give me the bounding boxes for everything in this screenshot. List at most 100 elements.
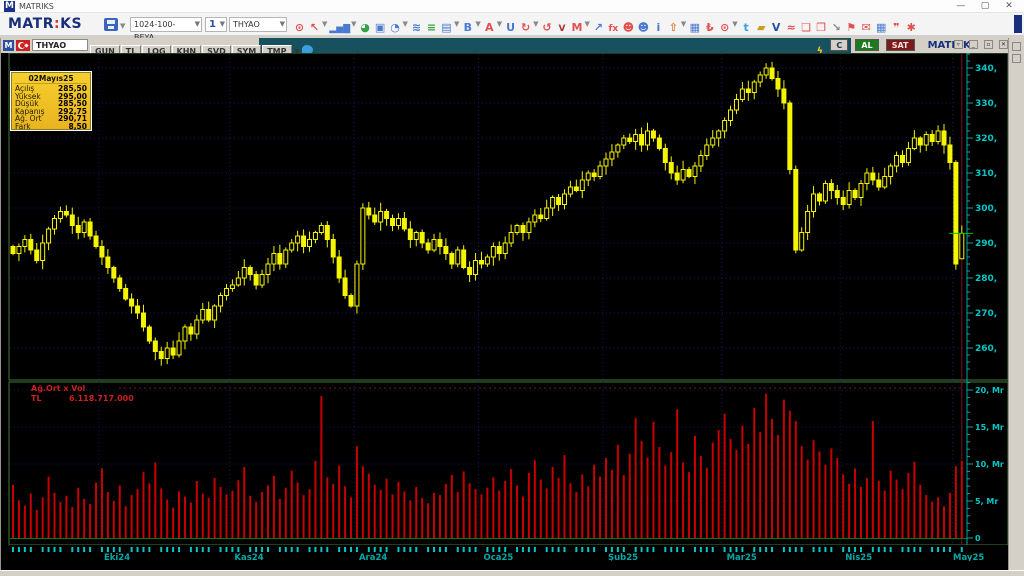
svg-text:340,: 340, — [975, 64, 997, 74]
v-icon[interactable]: V — [770, 20, 783, 36]
turkish-flag-icon — [16, 40, 30, 51]
depth-list-icon[interactable]: ≡ — [425, 20, 438, 36]
notes-icon[interactable]: ▰ — [755, 20, 768, 36]
card-icon-caret[interactable]: ▼ — [454, 16, 459, 32]
pointer-icon-caret[interactable]: ▼ — [322, 16, 327, 32]
svg-text:Oca25: Oca25 — [483, 553, 513, 561]
chart-line-icon[interactable]: ≈ — [785, 20, 798, 36]
chart-canvas[interactable]: 340, 330, 320, 310, 300, 290, 280, 270, 260, 20, … — [1, 52, 1009, 576]
window-titlebar: M MATRIKS — ▢ ✕ — [0, 0, 1024, 13]
svg-text:330,: 330, — [975, 99, 997, 109]
chart-window-header: M THYAO GUN TL LOG KHN SVD SYM TMP ▼ ϟ C AL SAT… — [1, 38, 1008, 57]
chart-menu-button[interactable]: ▿ — [953, 40, 963, 49]
svg-text:Kas24: Kas24 — [234, 553, 263, 561]
handshake-icon[interactable]: ≋ — [410, 20, 423, 36]
svg-text:280,: 280, — [975, 274, 997, 284]
svg-text:10, Mr: 10, Mr — [975, 460, 1004, 469]
search-icon-caret[interactable]: ▼ — [732, 16, 737, 32]
info-row-fark: Fark 8,50 — [15, 121, 87, 131]
matriks-app: M MATRIKS — ▢ ✕ MATR:KS ▼ 1024-100-BEYA▼… — [0, 0, 1024, 576]
toolbar-overflow-widget[interactable] — [1014, 15, 1022, 33]
mail-icon[interactable]: ✉ — [860, 20, 873, 36]
arrow-corner-icon[interactable]: ↘ — [830, 20, 843, 36]
chart-m-icon: M — [3, 40, 14, 51]
chart-header-fill — [259, 38, 851, 53]
analysis-icon[interactable]: A — [483, 20, 496, 36]
zoom-icon[interactable]: ⊙ — [293, 20, 306, 36]
users-icon[interactable]: ☻ — [637, 20, 650, 36]
svg-text:270,: 270, — [975, 309, 997, 319]
clock-icon[interactable]: ◔ — [389, 20, 402, 36]
bar-chart-icon-caret[interactable]: ▼ — [351, 16, 356, 32]
close-button[interactable]: ✕ — [998, 0, 1020, 13]
layout-icon[interactable]: ❏ — [800, 20, 813, 36]
sync-icon[interactable]: ↺ — [541, 20, 554, 36]
right-border-panel — [1008, 38, 1024, 576]
refresh-icon-caret[interactable]: ▼ — [533, 16, 538, 32]
chart-restore-button[interactable]: ▫ — [983, 40, 993, 49]
price-volume-chart[interactable]: 340, 330, 320, 310, 300, 290, 280, 270, 260, 20, … — [1, 52, 1009, 563]
save-workspace-icon[interactable] — [104, 18, 118, 31]
refresh-icon[interactable]: ↻ — [519, 20, 532, 36]
lira-icon[interactable]: ₺ — [703, 20, 716, 36]
svg-text:300,: 300, — [975, 204, 997, 214]
svg-text:320,: 320, — [975, 134, 997, 144]
window-small-icon[interactable]: ❐ — [815, 20, 828, 36]
svg-text:Ara24: Ara24 — [359, 553, 387, 561]
sell-button[interactable]: SAT — [885, 39, 915, 51]
card-icon[interactable]: ▤ — [440, 20, 453, 36]
buy-button[interactable]: AL — [855, 39, 879, 51]
window-title: MATRIKS — [19, 2, 54, 11]
info-icon[interactable]: i — [652, 20, 665, 36]
svg-text:5, Mr: 5, Mr — [975, 497, 998, 506]
scroll-up-button[interactable] — [1012, 42, 1021, 51]
chart-symbol-field[interactable]: THYAO — [32, 39, 88, 51]
chat-icon[interactable]: ❞ — [890, 20, 903, 36]
svg-text:Nis25: Nis25 — [845, 553, 872, 561]
maximize-button[interactable]: ▢ — [974, 0, 996, 13]
matriks-m-icon-caret[interactable]: ▼ — [585, 16, 590, 32]
c-button[interactable]: C — [830, 39, 849, 51]
search-icon[interactable]: ⊙ — [718, 20, 731, 36]
svg-text:Şub25: Şub25 — [608, 553, 638, 561]
screen-icon[interactable]: ▣ — [374, 20, 387, 36]
pane-options-button[interactable] — [1012, 54, 1021, 63]
pointer-icon[interactable]: ↖ — [308, 20, 321, 36]
user-icon[interactable]: ☻ — [622, 20, 635, 36]
calculator-icon[interactable]: ▦ — [875, 20, 888, 36]
svg-text:260,: 260, — [975, 344, 997, 354]
chart-close-button[interactable]: ✕ — [999, 40, 1008, 49]
clock-icon-caret[interactable]: ▼ — [403, 16, 408, 32]
workspace-select[interactable]: 1024-100-BEYA▼ — [130, 17, 202, 42]
minimize-button[interactable]: — — [950, 0, 972, 13]
underline-icon[interactable]: U — [504, 20, 517, 36]
svg-text:20, Mr: 20, Mr — [975, 386, 1004, 395]
publish-icon-caret[interactable]: ▼ — [681, 16, 686, 32]
bist-icon-caret[interactable]: ▼ — [475, 16, 480, 32]
symbol-select[interactable]: THYAO ▼ — [229, 17, 287, 32]
period-select[interactable]: 1 ▼ — [205, 17, 227, 32]
trend-icon[interactable]: ↗ — [592, 20, 605, 36]
info-date: 02Mayıs25 — [15, 74, 87, 84]
svg-text:Eki24: Eki24 — [104, 553, 130, 561]
publish-icon[interactable]: ⇧ — [667, 20, 680, 36]
svg-text:6.118.717.000: 6.118.717.000 — [69, 394, 134, 403]
app-bottom-border — [0, 570, 1024, 576]
main-toolbar: MATR:KS ▼ 1024-100-BEYA▼ 1▼ THYAO▼ ⊙↖▼▂▅… — [0, 13, 1024, 42]
bist-icon[interactable]: B — [461, 20, 474, 36]
toolbar-icons: ⊙ ↖ ▼ ▂▅▇▼ ◕ ▣ ◔ ▼ ≋ ≡ ▤ ▼ B ▼ A ▼ U ↻ ▼ ↺ V M ▼ ↗ fx ☻ ☻ i ⇧ ▼ ▦ ₺ ⊙ ▼ t ▰… — [292, 16, 919, 34]
analysis-icon-caret[interactable]: ▼ — [497, 16, 502, 32]
chart-minimize-button[interactable]: _ — [968, 40, 978, 49]
viop-icon[interactable]: V — [556, 21, 569, 37]
bar-chart-icon[interactable]: ▂▅▇ — [329, 21, 350, 37]
pie-chart-icon[interactable]: ◕ — [359, 20, 372, 36]
copy-icon[interactable]: ▦ — [688, 20, 701, 36]
fx-icon[interactable]: fx — [607, 21, 620, 37]
svg-text:May25: May25 — [953, 553, 984, 561]
save-caret-icon[interactable]: ▼ — [120, 18, 125, 34]
alarm-icon[interactable]: ⚑ — [845, 20, 858, 36]
twitter-icon[interactable]: t — [740, 20, 753, 36]
matriks-app-icon: M — [4, 1, 15, 12]
settings-icon[interactable]: ✱ — [905, 20, 918, 36]
matriks-m-icon[interactable]: M — [571, 20, 584, 36]
